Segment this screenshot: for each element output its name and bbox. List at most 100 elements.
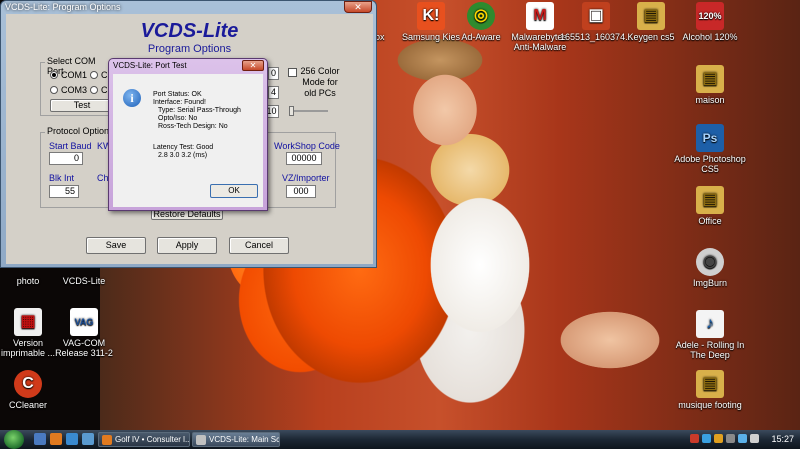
desktop-icon-adele-mp3[interactable]: ♪ Adele - Rolling In The Deep <box>674 310 746 360</box>
start-baud-label: Start Baud <box>49 141 92 151</box>
slider-track[interactable] <box>290 110 328 112</box>
ok-button[interactable]: OK <box>210 184 258 198</box>
task-label: Golf IV • Consulter l... <box>115 435 190 444</box>
message-line: Port Status: OK <box>153 91 202 98</box>
taskbar: Golf IV • Consulter l... VCDS-Lite: Main… <box>0 430 800 449</box>
radio-com3[interactable]: COM3 <box>50 85 87 95</box>
dialog-close-button[interactable]: ✕ <box>242 60 264 71</box>
desktop-icon-label: VCDS-Lite <box>62 276 106 286</box>
folder-icon: ▤ <box>696 186 724 214</box>
desktop-icon-alcohol[interactable]: 120% Alcohol 120% <box>674 2 746 42</box>
info-icon: i <box>123 89 141 107</box>
desktop-icon-label: photo <box>16 276 40 286</box>
message-line: Opto/Iso: No <box>158 115 198 122</box>
pdf-file-icon: ▦ <box>14 308 42 336</box>
desktop-icon-label: musique footing <box>678 400 742 410</box>
tray-volume-icon[interactable] <box>750 434 759 443</box>
message-line: Interface: Found! <box>153 99 206 106</box>
desktop-icon-musique-footing[interactable]: ▤ musique footing <box>674 370 746 410</box>
samsung-kies-icon: K! <box>417 2 445 30</box>
desktop-icon-label: ImgBurn <box>692 278 727 288</box>
protocol-options-legend: Protocol Options <box>45 126 116 136</box>
show-desktop-icon[interactable] <box>34 433 46 445</box>
desktop-icon-version-imprimable[interactable]: ▦ Version imprimable ... <box>0 308 56 358</box>
desktop-icon-ccleaner[interactable]: C CCleaner <box>0 370 56 410</box>
start-baud-field[interactable]: 0 <box>49 152 83 165</box>
internet-explorer-icon[interactable] <box>66 433 78 445</box>
radio-label: COM1 <box>61 70 88 80</box>
clock[interactable]: 15:27 <box>771 434 794 444</box>
test-button[interactable]: Test <box>50 99 114 112</box>
message-line: Ross-Tech Design: No <box>158 123 228 130</box>
cancel-button[interactable]: Cancel <box>229 237 289 254</box>
close-button[interactable]: ✕ <box>344 1 372 13</box>
message-line: Type: Serial Pass-Through <box>158 107 241 114</box>
desktop-icon-vag-com[interactable]: VAG VAG-COM Release 311-2 <box>50 308 118 358</box>
radio-com4[interactable]: C <box>90 85 108 95</box>
folder-icon: ▤ <box>696 370 724 398</box>
dialog-body: i Port Status: OK Interface: Found! Type… <box>113 74 263 207</box>
wallpaper-leg <box>540 280 680 400</box>
tray-usb-icon[interactable] <box>726 434 735 443</box>
color-mode-label-line: Mode for <box>302 77 338 87</box>
workshop-code-label: WorkShop Code <box>274 141 340 151</box>
color-mode-label-line: old PCs <box>304 88 336 98</box>
radio-label: COM3 <box>61 85 88 95</box>
slider-thumb[interactable] <box>289 106 294 116</box>
blk-int-label: Blk Int <box>49 173 75 183</box>
radio-icon <box>90 86 98 94</box>
task-golf-iv[interactable]: Golf IV • Consulter l... <box>98 432 190 447</box>
apply-button[interactable]: Apply <box>157 237 217 254</box>
radio-icon <box>50 86 58 94</box>
vag-com-icon: VAG <box>70 308 98 336</box>
alcohol-icon: 120% <box>696 2 724 30</box>
desktop-icon-label: CCleaner <box>8 400 48 410</box>
radio-com1[interactable]: COM1 <box>50 70 87 80</box>
option-field-b[interactable]: 4 <box>268 86 279 99</box>
desktop-icon-label: Office <box>698 216 722 226</box>
tray-alert-icon[interactable] <box>690 434 699 443</box>
music-file-icon: ♪ <box>696 310 724 338</box>
disc-icon: ◉ <box>696 248 724 276</box>
desktop-icon-label: Alcohol 120% <box>682 32 738 42</box>
desktop-icon-imgburn[interactable]: ◉ ImgBurn <box>674 248 746 288</box>
desktop-icon-vcds-lite[interactable]: VCDS-Lite <box>50 276 118 286</box>
folder-icon: ▤ <box>696 65 724 93</box>
wallpaper-child <box>410 170 550 360</box>
option-field-a[interactable]: 0 <box>268 67 279 80</box>
radio-selected-icon <box>50 71 58 79</box>
switch-windows-icon[interactable] <box>82 433 94 445</box>
desktop-icon-label: Version imprimable ... <box>0 338 55 358</box>
ccleaner-icon: C <box>14 370 42 398</box>
malwarebytes-icon: M <box>526 2 554 30</box>
workshop-code-field[interactable]: 00000 <box>286 152 322 165</box>
tray-wifi-icon[interactable] <box>738 434 747 443</box>
folder-icon: ▤ <box>637 2 665 30</box>
app-subtitle: Program Options <box>147 43 232 55</box>
tray-app-icon[interactable] <box>714 434 723 443</box>
desktop-icon-photo[interactable]: photo <box>0 276 56 286</box>
task-vcds-main-screen[interactable]: VCDS-Lite: Main Scr... <box>192 432 280 447</box>
window-title[interactable]: VCDS-Lite: Program Options <box>1 1 376 13</box>
radio-label: C <box>101 85 108 95</box>
desktop-icon-photoshop[interactable]: Ps Adobe Photoshop CS5 <box>674 124 746 174</box>
vz-importer-field[interactable]: 000 <box>286 185 316 198</box>
image-file-icon: ▣ <box>582 2 610 30</box>
message-line: 2.8 3.0 3.2 (ms) <box>158 152 208 159</box>
port-test-dialog[interactable]: VCDS-Lite: Port Test ✕ i Port Status: OK… <box>108 58 268 211</box>
firefox-icon[interactable] <box>50 433 62 445</box>
vz-importer-label: VZ/Importer <box>282 173 330 183</box>
color-mode-checkbox[interactable] <box>288 68 297 77</box>
desktop-icon-label: Adobe Photoshop CS5 <box>674 154 746 174</box>
app-title: VCDS-Lite <box>140 20 239 42</box>
save-button[interactable]: Save <box>86 237 146 254</box>
tray-network-icon[interactable] <box>702 434 711 443</box>
photoshop-icon: Ps <box>696 124 724 152</box>
close-icon: ✕ <box>354 2 362 12</box>
close-icon: ✕ <box>249 61 257 70</box>
blk-int-field[interactable]: 55 <box>49 185 79 198</box>
start-button[interactable] <box>4 430 24 449</box>
task-label: VCDS-Lite: Main Scr... <box>209 435 280 444</box>
desktop-icon-office[interactable]: ▤ Office <box>674 186 746 226</box>
desktop-icon-maison[interactable]: ▤ maison <box>674 65 746 105</box>
